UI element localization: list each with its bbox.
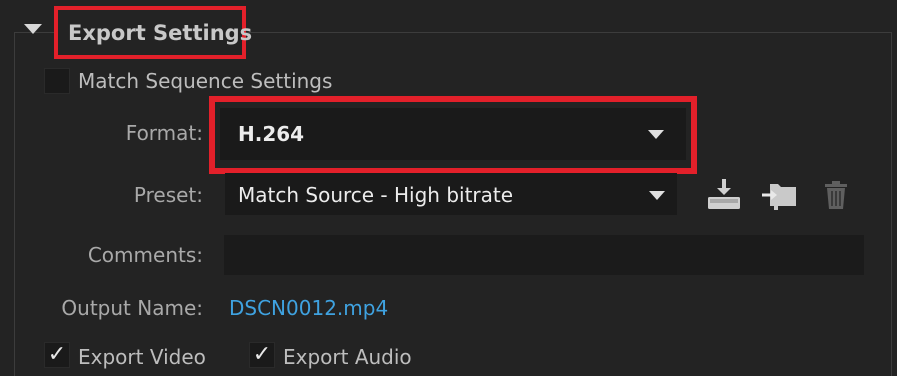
export-video-checkbox[interactable]: ✓ xyxy=(44,342,70,368)
format-value: H.264 xyxy=(238,122,305,146)
disclosure-triangle-icon[interactable] xyxy=(24,24,42,34)
section-header: Export Settings xyxy=(0,0,897,64)
save-preset-icon[interactable] xyxy=(706,177,742,211)
match-sequence-label[interactable]: Match Sequence Settings xyxy=(78,69,332,93)
import-preset-icon[interactable] xyxy=(760,178,798,212)
format-label: Format: xyxy=(125,121,203,145)
format-dropdown[interactable]: H.264 xyxy=(220,108,686,160)
preset-dropdown[interactable]: Match Source - High bitrate xyxy=(225,173,677,215)
match-sequence-checkbox[interactable] xyxy=(44,68,70,94)
chevron-down-icon xyxy=(649,191,665,200)
preset-value: Match Source - High bitrate xyxy=(238,183,514,207)
export-audio-label[interactable]: Export Audio xyxy=(283,345,412,369)
output-name-label: Output Name: xyxy=(61,296,203,320)
export-video-label[interactable]: Export Video xyxy=(78,345,206,369)
preset-label: Preset: xyxy=(133,183,203,207)
output-name-link[interactable]: DSCN0012.mp4 xyxy=(229,296,388,320)
section-title[interactable]: Export Settings xyxy=(68,21,252,45)
comments-field[interactable] xyxy=(224,235,864,275)
export-audio-checkbox[interactable]: ✓ xyxy=(249,342,275,368)
chevron-down-icon xyxy=(648,130,664,139)
section-title-highlight: Export Settings xyxy=(54,6,252,59)
trash-icon[interactable] xyxy=(822,179,850,211)
export-settings-panel: Export Settings Match Sequence Settings … xyxy=(0,0,897,376)
comments-label: Comments: xyxy=(87,243,203,267)
